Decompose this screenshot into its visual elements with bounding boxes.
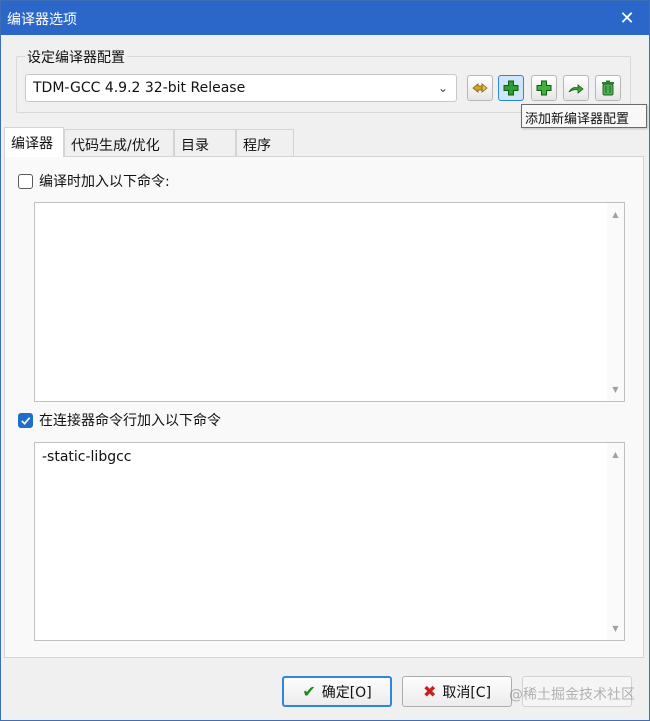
watermark-text: @稀土掘金技术社区 (509, 687, 635, 703)
add-blank-profile-button[interactable] (498, 75, 524, 101)
linker-cmd-row[interactable]: 在连接器命令行加入以下命令 (18, 410, 221, 430)
compiler-cmd-scrollbar[interactable]: ▲ ▼ (607, 203, 624, 401)
rename-profile-button[interactable] (467, 75, 493, 101)
scroll-up-icon[interactable]: ▲ (607, 446, 624, 463)
ok-button[interactable]: ✔ 确定[O] (282, 676, 392, 707)
linker-cmd-textarea[interactable]: -static-libgcc ▲ ▼ (34, 442, 625, 641)
linker-cmd-checkbox[interactable] (18, 412, 33, 428)
title-bar: 编译器选项 ✕ (1, 1, 649, 35)
delete-profile-icon (602, 80, 614, 96)
compiler-cmd-textarea[interactable]: ▲ ▼ (34, 202, 625, 402)
compiler-cmd-label: 编译时加入以下命令: (39, 174, 170, 190)
close-icon[interactable]: ✕ (615, 6, 639, 30)
profile-select-value: TDM-GCC 4.9.2 32-bit Release (33, 80, 246, 96)
linker-cmd-text: -static-libgcc (42, 449, 132, 465)
profile-select[interactable]: TDM-GCC 4.9.2 32-bit Release ⌄ (25, 74, 457, 102)
tab-compiler[interactable]: 编译器 (4, 127, 64, 157)
scroll-down-icon[interactable]: ▼ (607, 620, 624, 637)
window-title: 编译器选项 (7, 12, 77, 28)
cancel-button-label: 取消[C] (442, 684, 492, 701)
scroll-up-icon[interactable]: ▲ (607, 206, 624, 223)
add-copy-profile-button[interactable] (531, 75, 557, 101)
add-profile-tooltip: 添加新编译器配置 (521, 104, 647, 128)
compiler-cmd-checkbox[interactable] (18, 173, 33, 189)
tab-codegen[interactable]: 代码生成/优化 (64, 129, 174, 157)
rename-arrow-icon (568, 84, 584, 94)
tab-programs[interactable]: 程序 (236, 129, 294, 157)
scroll-down-icon[interactable]: ▼ (607, 381, 624, 398)
checkmark-icon: ✔ (302, 682, 316, 701)
tab-directories[interactable]: 目录 (174, 129, 236, 157)
linker-cmd-label: 在连接器命令行加入以下命令 (39, 413, 221, 429)
ok-button-label: 确定[O] (321, 684, 372, 701)
compiler-options-dialog: 编译器选项 ✕ 设定编译器配置 TDM-GCC 4.9.2 32-bit Rel… (0, 0, 650, 721)
add-copy-profile-icon (536, 80, 552, 96)
rename-profile-icon (472, 83, 488, 93)
chevron-down-icon[interactable]: ⌄ (438, 81, 448, 95)
rename-arrow-button[interactable] (563, 75, 589, 101)
checkmark-icon (21, 416, 31, 425)
delete-profile-button[interactable] (595, 75, 621, 101)
add-blank-profile-icon (503, 80, 519, 96)
profile-group-label: 设定编译器配置 (25, 47, 127, 67)
cross-icon: ✖ (422, 682, 437, 701)
cancel-button[interactable]: ✖ 取消[C] (402, 676, 512, 707)
compiler-cmd-row[interactable]: 编译时加入以下命令: (18, 171, 170, 191)
linker-cmd-scrollbar[interactable]: ▲ ▼ (607, 443, 624, 640)
